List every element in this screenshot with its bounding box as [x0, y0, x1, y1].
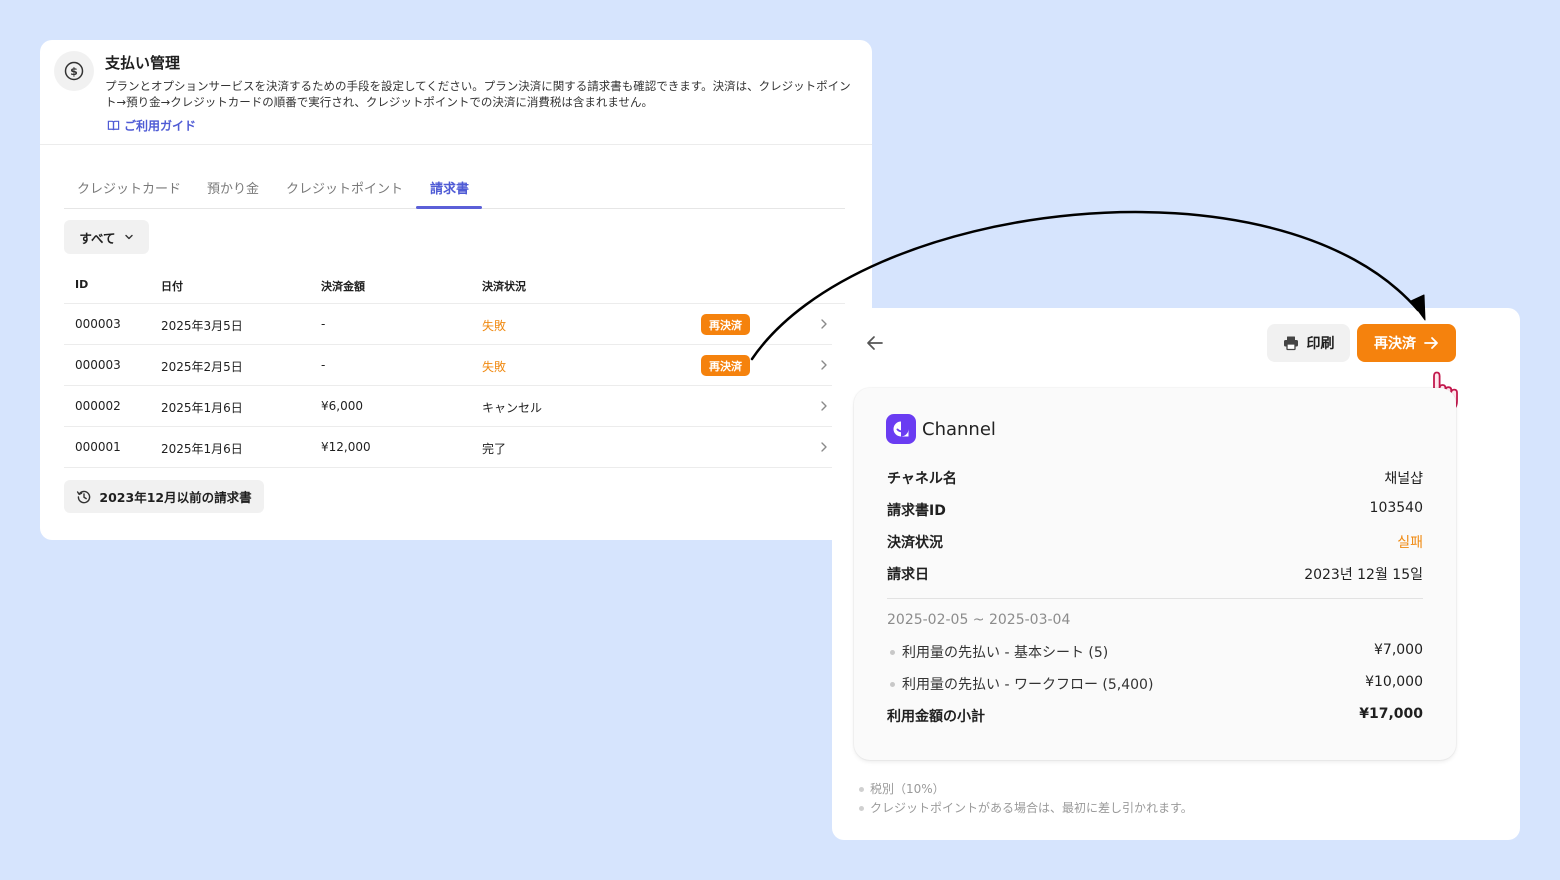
arrow-right-icon	[1424, 337, 1438, 349]
column-header-amount: 決済金額	[321, 280, 365, 293]
repay-button[interactable]: 再決済	[1357, 324, 1456, 362]
field-value: 103540	[1369, 500, 1423, 516]
print-label: 印刷	[1306, 336, 1335, 352]
dollar-circle-icon: $	[54, 51, 94, 91]
chevron-down-icon	[124, 234, 133, 240]
table-row[interactable]: 000001 2025年1月6日 ¥12,000 完了	[64, 426, 845, 467]
book-icon	[107, 120, 120, 131]
table-row[interactable]: 000002 2025年1月6日 ¥6,000 キャンセル	[64, 385, 845, 426]
table-row[interactable]: 000003 2025年2月5日 - 失敗 再決済	[64, 344, 845, 385]
line-item-amount: ¥7,000	[1374, 642, 1423, 658]
chevron-right-icon	[821, 442, 827, 452]
chevron-right-icon	[821, 401, 827, 411]
chevron-right-icon	[821, 319, 827, 329]
history-icon	[77, 490, 91, 503]
column-header-date: 日付	[161, 280, 183, 293]
tab-invoices[interactable]: 請求書	[430, 178, 469, 197]
status-filter-dropdown[interactable]: すべて	[64, 220, 149, 254]
cell-date: 2025年1月6日	[161, 401, 243, 415]
cell-status: キャンセル	[482, 401, 543, 415]
cell-amount: -	[321, 358, 326, 372]
subtotal-value: ¥17,000	[1359, 706, 1423, 722]
cell-date: 2025年1月6日	[161, 442, 243, 456]
repay-label: 再決済	[1374, 336, 1416, 352]
field-label: 請求日	[887, 567, 929, 583]
subtotal-row: 利用金額の小計 ¥17,000	[887, 706, 1423, 728]
filter-label: すべて	[79, 230, 116, 246]
field-row-payment-status: 決済状況 실패	[887, 532, 1423, 554]
usage-guide-label: ご利用ガイド	[124, 119, 197, 133]
footnote-credit-points: クレジットポイントがある場合は、最初に差し引かれます。	[858, 799, 1193, 818]
footnotes: 税別（10%） クレジットポイントがある場合は、最初に差し引かれます。	[858, 780, 1193, 818]
brand-name: Channel	[922, 418, 996, 440]
cell-date: 2025年3月5日	[161, 319, 243, 333]
old-invoices-button[interactable]: 2023年12月以前の請求書	[64, 480, 264, 513]
column-header-id: ID	[75, 278, 89, 291]
field-label: 請求書ID	[887, 503, 946, 519]
cell-amount: ¥12,000	[321, 440, 371, 454]
line-item: 利用量の先払い - ワークフロー (5,400) ¥10,000	[887, 674, 1423, 696]
line-item: 利用量の先払い - 基本シート (5) ¥7,000	[887, 642, 1423, 664]
table-divider	[64, 467, 845, 468]
panel-header: $ 支払い管理 プランとオプションサービスを決済するための手段を設定してください…	[40, 40, 872, 145]
retry-payment-button[interactable]: 再決済	[701, 355, 750, 376]
invoice-summary-card: Channel チャネル名 채널샵 請求書ID 103540 決済状況 실패 請…	[854, 388, 1456, 760]
retry-payment-button[interactable]: 再決済	[701, 314, 750, 335]
page-description: プランとオプションサービスを決済するための手段を設定してください。プラン決済に関…	[105, 79, 851, 109]
section-divider	[887, 598, 1423, 599]
cell-id: 000003	[75, 317, 121, 331]
field-label: 決済状況	[887, 535, 943, 551]
field-label: チャネル名	[887, 471, 957, 487]
subtotal-label: 利用金額の小計	[887, 709, 985, 725]
old-invoices-label: 2023年12月以前の請求書	[99, 490, 252, 505]
cell-id: 000001	[75, 440, 121, 454]
bullet-icon	[890, 682, 895, 687]
tab-deposit[interactable]: 預かり金	[207, 178, 259, 197]
tab-bar: クレジットカード 預かり金 クレジットポイント 請求書	[64, 170, 845, 209]
field-row-invoice-date: 請求日 2023년 12월 15일	[887, 564, 1423, 586]
chevron-right-icon	[821, 360, 827, 370]
cell-status: 完了	[482, 442, 507, 456]
field-row-channel-name: チャネル名 채널샵	[887, 468, 1423, 490]
usage-guide-link[interactable]: ご利用ガイド	[107, 117, 196, 134]
tab-credit-points[interactable]: クレジットポイント	[286, 178, 403, 197]
field-value: 채널샵	[1384, 471, 1423, 487]
payment-management-panel: $ 支払い管理 プランとオプションサービスを決済するための手段を設定してください…	[40, 40, 872, 540]
billing-period: 2025-02-05 ~ 2025-03-04	[887, 612, 1071, 628]
cell-id: 000002	[75, 399, 121, 413]
line-item-name: 利用量の先払い - ワークフロー (5,400)	[902, 677, 1154, 693]
page-title: 支払い管理	[105, 54, 181, 72]
invoice-detail-panel: 印刷 再決済 Channel チャネル名 채널샵 請求書ID 103540 決済…	[832, 308, 1520, 840]
field-value: 실패	[1397, 535, 1423, 551]
cell-id: 000003	[75, 358, 121, 372]
field-value: 2023년 12월 15일	[1304, 567, 1423, 583]
line-item-amount: ¥10,000	[1365, 674, 1423, 690]
cell-status: 失敗	[482, 319, 507, 333]
cell-status: 失敗	[482, 360, 507, 374]
active-tab-indicator	[416, 206, 482, 209]
cell-amount: -	[321, 317, 326, 331]
cell-amount: ¥6,000	[321, 399, 363, 413]
back-arrow-icon[interactable]	[864, 332, 886, 354]
printer-icon	[1283, 336, 1298, 351]
tab-credit-card[interactable]: クレジットカード	[77, 178, 181, 197]
line-item-name: 利用量の先払い - 基本シート (5)	[902, 645, 1109, 661]
column-header-status: 決済状況	[482, 280, 526, 293]
table-row[interactable]: 000003 2025年3月5日 - 失敗 再決済	[64, 303, 845, 344]
svg-text:$: $	[70, 65, 78, 78]
bullet-icon	[890, 650, 895, 655]
footnote-tax: 税別（10%）	[858, 780, 1193, 799]
print-button[interactable]: 印刷	[1267, 324, 1350, 362]
channel-logo-icon	[886, 414, 916, 444]
cell-date: 2025年2月5日	[161, 360, 243, 374]
brand-header: Channel	[886, 414, 996, 444]
field-row-invoice-id: 請求書ID 103540	[887, 500, 1423, 522]
